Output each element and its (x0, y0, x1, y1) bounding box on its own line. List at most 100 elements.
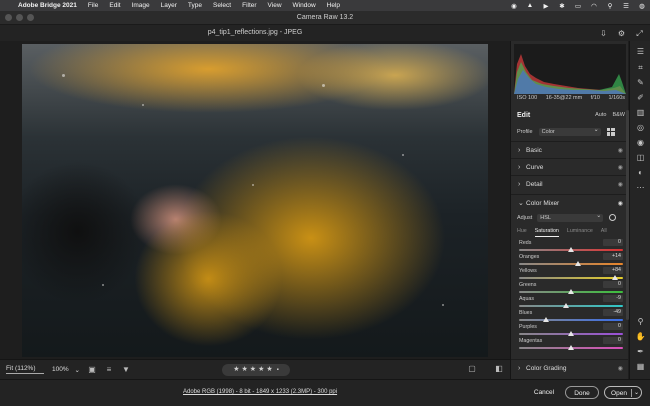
auto-button[interactable]: Auto (595, 112, 606, 118)
menu-layer[interactable]: Layer (161, 2, 177, 9)
eye-icon[interactable]: ◉ (618, 147, 623, 154)
star-icon[interactable]: ★ (266, 364, 272, 376)
shield-icon[interactable]: ◉ (510, 2, 518, 10)
slider-value-field[interactable]: 0 (603, 323, 623, 330)
menu-filter[interactable]: Filter (242, 2, 256, 9)
open-button[interactable]: Open ⌄ (604, 386, 642, 399)
image-canvas[interactable] (0, 41, 510, 359)
before-after-icon[interactable]: ◧ (494, 364, 504, 374)
slider-value-field[interactable]: +14 (603, 253, 623, 260)
slider-purples[interactable]: Purples 0 (519, 323, 623, 338)
hand-tool-icon[interactable]: ✋ (635, 331, 646, 342)
star-icon[interactable]: ★ (258, 364, 264, 376)
control-center-icon[interactable]: ☰ (622, 2, 630, 10)
brush-icon[interactable]: ✐ (635, 92, 646, 103)
menu-view[interactable]: View (268, 2, 282, 9)
bluetooth-icon[interactable]: ✱ (558, 2, 566, 10)
save-image-icon[interactable]: ⇩ (599, 29, 608, 38)
trash-icon[interactable]: ▪ (277, 364, 279, 376)
slider-oranges[interactable]: Oranges +14 (519, 253, 623, 268)
menu-app-name[interactable]: Adobe Bridge 2021 (18, 2, 77, 9)
eye-icon[interactable]: ◉ (618, 200, 623, 207)
slider-thumb[interactable] (575, 261, 582, 266)
tab-luminance[interactable]: Luminance (567, 228, 593, 237)
targeted-adjustment-icon[interactable] (609, 214, 617, 221)
fit-zoom-select[interactable]: Fit (112%) (6, 365, 44, 374)
wifi-icon[interactable]: ◠ (590, 2, 598, 10)
settings-gear-icon[interactable]: ⚙ (617, 29, 626, 38)
slider-thumb[interactable] (568, 331, 574, 336)
menu-window[interactable]: Window (293, 2, 316, 9)
slider-yellows[interactable]: Yellows +84 (519, 267, 623, 282)
slider-value-field[interactable]: +84 (603, 267, 623, 274)
menu-type[interactable]: Type (188, 2, 202, 9)
slider-thumb[interactable] (563, 303, 570, 308)
slider-value-field[interactable]: 0 (603, 239, 623, 246)
eye-icon[interactable]: ◉ (618, 365, 623, 372)
minimize-window-button[interactable] (16, 14, 23, 21)
menu-edit[interactable]: Edit (109, 2, 120, 9)
tab-all[interactable]: All (601, 228, 607, 237)
fullscreen-icon[interactable]: ⤢ (635, 29, 644, 38)
slider-reds[interactable]: Reds 0 (519, 239, 623, 254)
adjust-select[interactable]: HSL (537, 212, 604, 222)
menu-image[interactable]: Image (132, 2, 150, 9)
slider-thumb[interactable] (611, 275, 618, 280)
crop-icon[interactable]: ⌗ (635, 62, 646, 73)
snapshots-icon[interactable]: ◫ (635, 152, 646, 163)
slider-blues[interactable]: Blues -49 (519, 309, 623, 324)
tab-hue[interactable]: Hue (517, 228, 527, 237)
slider-aquas[interactable]: Aquas -9 (519, 295, 623, 310)
healing-icon[interactable]: ✎ (635, 77, 646, 88)
star-icon[interactable]: ★ (250, 364, 256, 376)
spotlight-search-icon[interactable]: ⚲ (606, 2, 614, 10)
slider-greens[interactable]: Greens 0 (519, 281, 623, 296)
frame-toggle-icon[interactable]: ▢ (467, 364, 477, 374)
profile-browser-icon[interactable] (606, 127, 615, 136)
slider-thumb[interactable] (568, 247, 574, 252)
eye-icon[interactable]: ◉ (618, 164, 623, 171)
slider-thumb[interactable] (568, 345, 574, 350)
adobe-icon[interactable]: ▲ (526, 2, 534, 9)
eyedropper-icon[interactable]: ✒ (635, 346, 646, 357)
section-color-mixer[interactable]: ⌄ Color Mixer ◉ (511, 194, 628, 211)
battery-icon[interactable]: ▭ (574, 2, 582, 10)
slider-track[interactable] (519, 277, 623, 279)
zoom-window-button[interactable] (27, 14, 34, 21)
more-icon[interactable]: ⋯ (635, 182, 646, 193)
graduated-filter-icon[interactable]: ▥ (635, 107, 646, 118)
profile-select[interactable]: Color (538, 126, 601, 136)
zoom-tool-icon[interactable]: ⚲ (635, 316, 646, 327)
slider-thumb[interactable] (568, 289, 574, 294)
menu-select[interactable]: Select (213, 2, 231, 9)
zoom-level-select[interactable]: 100% ⌄ (52, 366, 80, 374)
grid-overlay-icon[interactable]: ▦ (635, 361, 646, 372)
slider-magentas[interactable]: Magentas 0 (519, 337, 623, 352)
slider-track[interactable] (519, 319, 623, 321)
presets-icon[interactable]: ◐ (635, 167, 646, 178)
star-rating[interactable]: ★ ★ ★ ★ ★ ▪ (222, 364, 290, 376)
sort-icon[interactable]: ≡ (104, 365, 114, 375)
slider-track[interactable] (519, 305, 623, 307)
filmstrip-icon[interactable]: ▣ (87, 365, 97, 375)
workflow-options-link[interactable]: Adobe RGB (1998) - 8 bit - 1849 x 1233 (… (183, 389, 337, 395)
slider-value-field[interactable]: 0 (603, 281, 623, 288)
star-icon[interactable]: ★ (242, 364, 248, 376)
slider-value-field[interactable]: -9 (603, 295, 623, 302)
section-curve[interactable]: › Curve ◉ (511, 158, 628, 175)
section-detail[interactable]: › Detail ◉ (511, 175, 628, 192)
slider-value-field[interactable]: -49 (603, 309, 623, 316)
edit-sliders-icon[interactable]: ☰ (635, 46, 646, 57)
tab-saturation[interactable]: Saturation (534, 228, 559, 237)
menu-help[interactable]: Help (327, 2, 340, 9)
slider-value-field[interactable]: 0 (603, 337, 623, 344)
slider-thumb[interactable] (542, 317, 549, 322)
menu-file[interactable]: File (88, 2, 98, 9)
red-eye-icon[interactable]: ◉ (635, 137, 646, 148)
section-basic[interactable]: › Basic ◉ (511, 141, 628, 158)
siri-icon[interactable]: ◍ (638, 2, 646, 10)
close-window-button[interactable] (5, 14, 12, 21)
chevron-down-icon[interactable]: ⌄ (634, 387, 639, 400)
cancel-button[interactable]: Cancel (531, 386, 557, 399)
play-icon[interactable]: ▶ (542, 2, 550, 10)
